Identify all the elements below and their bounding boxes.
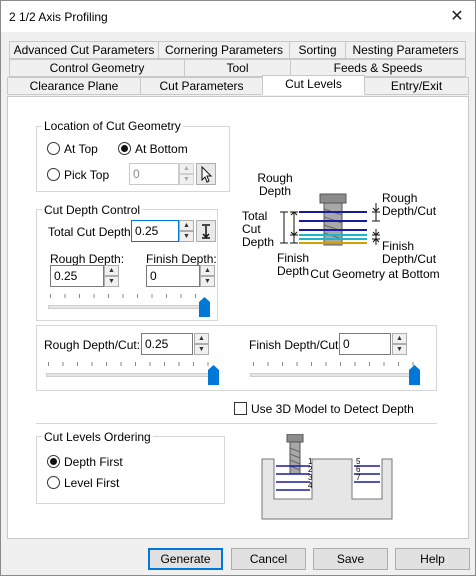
diagram-depth-label: Depth — [259, 184, 291, 198]
pick-top-radio[interactable] — [47, 168, 60, 181]
tab-advanced-cut-parameters[interactable]: Advanced Cut Parameters — [9, 41, 159, 59]
finish-depth-spinner[interactable]: ▲ ▼ — [200, 265, 215, 287]
tab-cornering-parameters[interactable]: Cornering Parameters — [158, 41, 290, 59]
level-first-radio[interactable] — [47, 476, 60, 489]
spin-down-icon[interactable]: ▼ — [200, 276, 215, 287]
depth-slider-ticks — [50, 294, 206, 298]
finish-depth-cut-label: Finish Depth/Cut: — [249, 338, 342, 352]
finish-depth-input[interactable]: 0 — [146, 265, 200, 287]
cut-depth-diagram: Rough Depth Total Cut Depth Finish Depth… — [242, 171, 440, 281]
pick-top-label: Pick Top — [64, 168, 110, 182]
finish-slider-ticks — [253, 362, 415, 366]
diagram-total-depth-label: Depth — [242, 235, 274, 249]
cut-depth-group-label: Cut Depth Control — [42, 203, 143, 217]
generate-button[interactable]: Generate — [148, 548, 223, 570]
depth-first-label: Depth First — [64, 455, 123, 469]
tab-control-geometry[interactable]: Control Geometry — [9, 59, 185, 77]
spin-up-icon[interactable]: ▲ — [179, 220, 194, 231]
tab-cut-parameters[interactable]: Cut Parameters — [140, 77, 263, 95]
diagram-finish-depth-label: Depth — [277, 264, 309, 278]
rough-depth-cut-label: Rough Depth/Cut: — [44, 338, 141, 352]
diagram-total-label: Total — [242, 209, 267, 223]
diagram-finish-depthcut-label: Depth/Cut — [382, 252, 437, 266]
spin-up-icon[interactable]: ▲ — [392, 333, 407, 344]
spin-down-icon[interactable]: ▼ — [392, 344, 407, 355]
window-title: 2 1/2 Axis Profiling — [9, 10, 108, 24]
tab-nesting-parameters[interactable]: Nesting Parameters — [345, 41, 466, 59]
cut-levels-page: Location of Cut Geometry At Top At Botto… — [7, 96, 469, 539]
dialog-window: 2 1/2 Axis Profiling ✕ Advanced Cut Para… — [0, 0, 476, 576]
section-divider — [36, 423, 437, 424]
rough-depth-label: Rough Depth: — [50, 252, 125, 266]
title-bar: 2 1/2 Axis Profiling ✕ — [1, 1, 475, 32]
at-top-radio[interactable] — [47, 142, 60, 155]
diagram-cut-label: Cut — [242, 222, 261, 236]
pick-top-spinner[interactable]: ▲ ▼ — [179, 163, 194, 185]
diagram-rough-label: Rough — [257, 171, 292, 185]
pick-top-input[interactable]: 0 — [129, 163, 179, 185]
at-bottom-radio[interactable] — [118, 142, 131, 155]
spin-up-icon[interactable]: ▲ — [179, 163, 194, 174]
location-group-label: Location of Cut Geometry — [42, 119, 183, 133]
rough-slider-ticks — [48, 362, 214, 366]
tab-entry-exit[interactable]: Entry/Exit — [364, 77, 469, 95]
use-3d-model-label: Use 3D Model to Detect Depth — [251, 402, 414, 416]
at-top-label: At Top — [64, 142, 98, 156]
finish-depth-cut-input[interactable]: 0 — [339, 333, 391, 355]
spin-down-icon[interactable]: ▼ — [179, 174, 194, 185]
finish-depth-label: Finish Depth: — [146, 252, 217, 266]
spin-up-icon[interactable]: ▲ — [200, 265, 215, 276]
spin-down-icon[interactable]: ▼ — [104, 276, 119, 287]
diagram-rough-depthcut-label: Depth/Cut — [382, 204, 437, 218]
tab-clearance-plane[interactable]: Clearance Plane — [7, 77, 141, 95]
rough-depth-spinner[interactable]: ▲ ▼ — [104, 265, 119, 287]
diagram-rough-cut-label: Rough — [382, 191, 417, 205]
depth-first-radio[interactable] — [47, 455, 60, 468]
rough-depth-cut-input[interactable]: 0.25 — [141, 333, 193, 355]
rough-depth-cut-spinner[interactable]: ▲ ▼ — [194, 333, 209, 355]
pick-cursor-button[interactable] — [196, 163, 216, 185]
finish-slider-track[interactable] — [250, 373, 420, 377]
total-cut-depth-label: Total Cut Depth: — [48, 225, 135, 239]
rough-depth-input[interactable]: 0.25 — [50, 265, 104, 287]
level-number: 7 — [356, 473, 361, 482]
use-3d-model-checkbox[interactable] — [234, 402, 247, 415]
ordering-group-label: Cut Levels Ordering — [42, 430, 153, 444]
cancel-button[interactable]: Cancel — [231, 548, 306, 570]
total-cut-depth-spinner[interactable]: ▲ ▼ — [179, 220, 194, 242]
close-icon[interactable]: ✕ — [445, 7, 469, 27]
ordering-diagram: 1 2 3 4 5 6 7 — [261, 434, 393, 520]
spin-up-icon[interactable]: ▲ — [194, 333, 209, 344]
finish-depth-cut-spinner[interactable]: ▲ ▼ — [392, 333, 407, 355]
ordering-group — [36, 436, 225, 504]
spin-down-icon[interactable]: ▼ — [179, 231, 194, 242]
depth-slider-track[interactable] — [48, 305, 210, 309]
diagram-finish-cut-label: Finish — [382, 239, 414, 253]
at-bottom-label: At Bottom — [135, 142, 188, 156]
tab-cut-levels[interactable]: Cut Levels — [262, 75, 365, 95]
total-cut-depth-input[interactable]: 0.25 — [131, 220, 179, 242]
cursor-arrow-icon — [201, 165, 213, 183]
level-number: 4 — [308, 481, 313, 490]
rough-slider-track[interactable] — [46, 373, 219, 377]
measure-depth-button[interactable] — [196, 220, 216, 242]
diagram-caption: Cut Geometry at Bottom — [310, 267, 439, 281]
level-first-label: Level First — [64, 476, 120, 490]
help-button[interactable]: Help — [395, 548, 470, 570]
depth-measure-icon — [202, 224, 210, 239]
save-button[interactable]: Save — [313, 548, 388, 570]
tab-sorting[interactable]: Sorting — [289, 41, 346, 59]
diagram-finish-label: Finish — [277, 251, 309, 265]
spin-up-icon[interactable]: ▲ — [104, 265, 119, 276]
spin-down-icon[interactable]: ▼ — [194, 344, 209, 355]
